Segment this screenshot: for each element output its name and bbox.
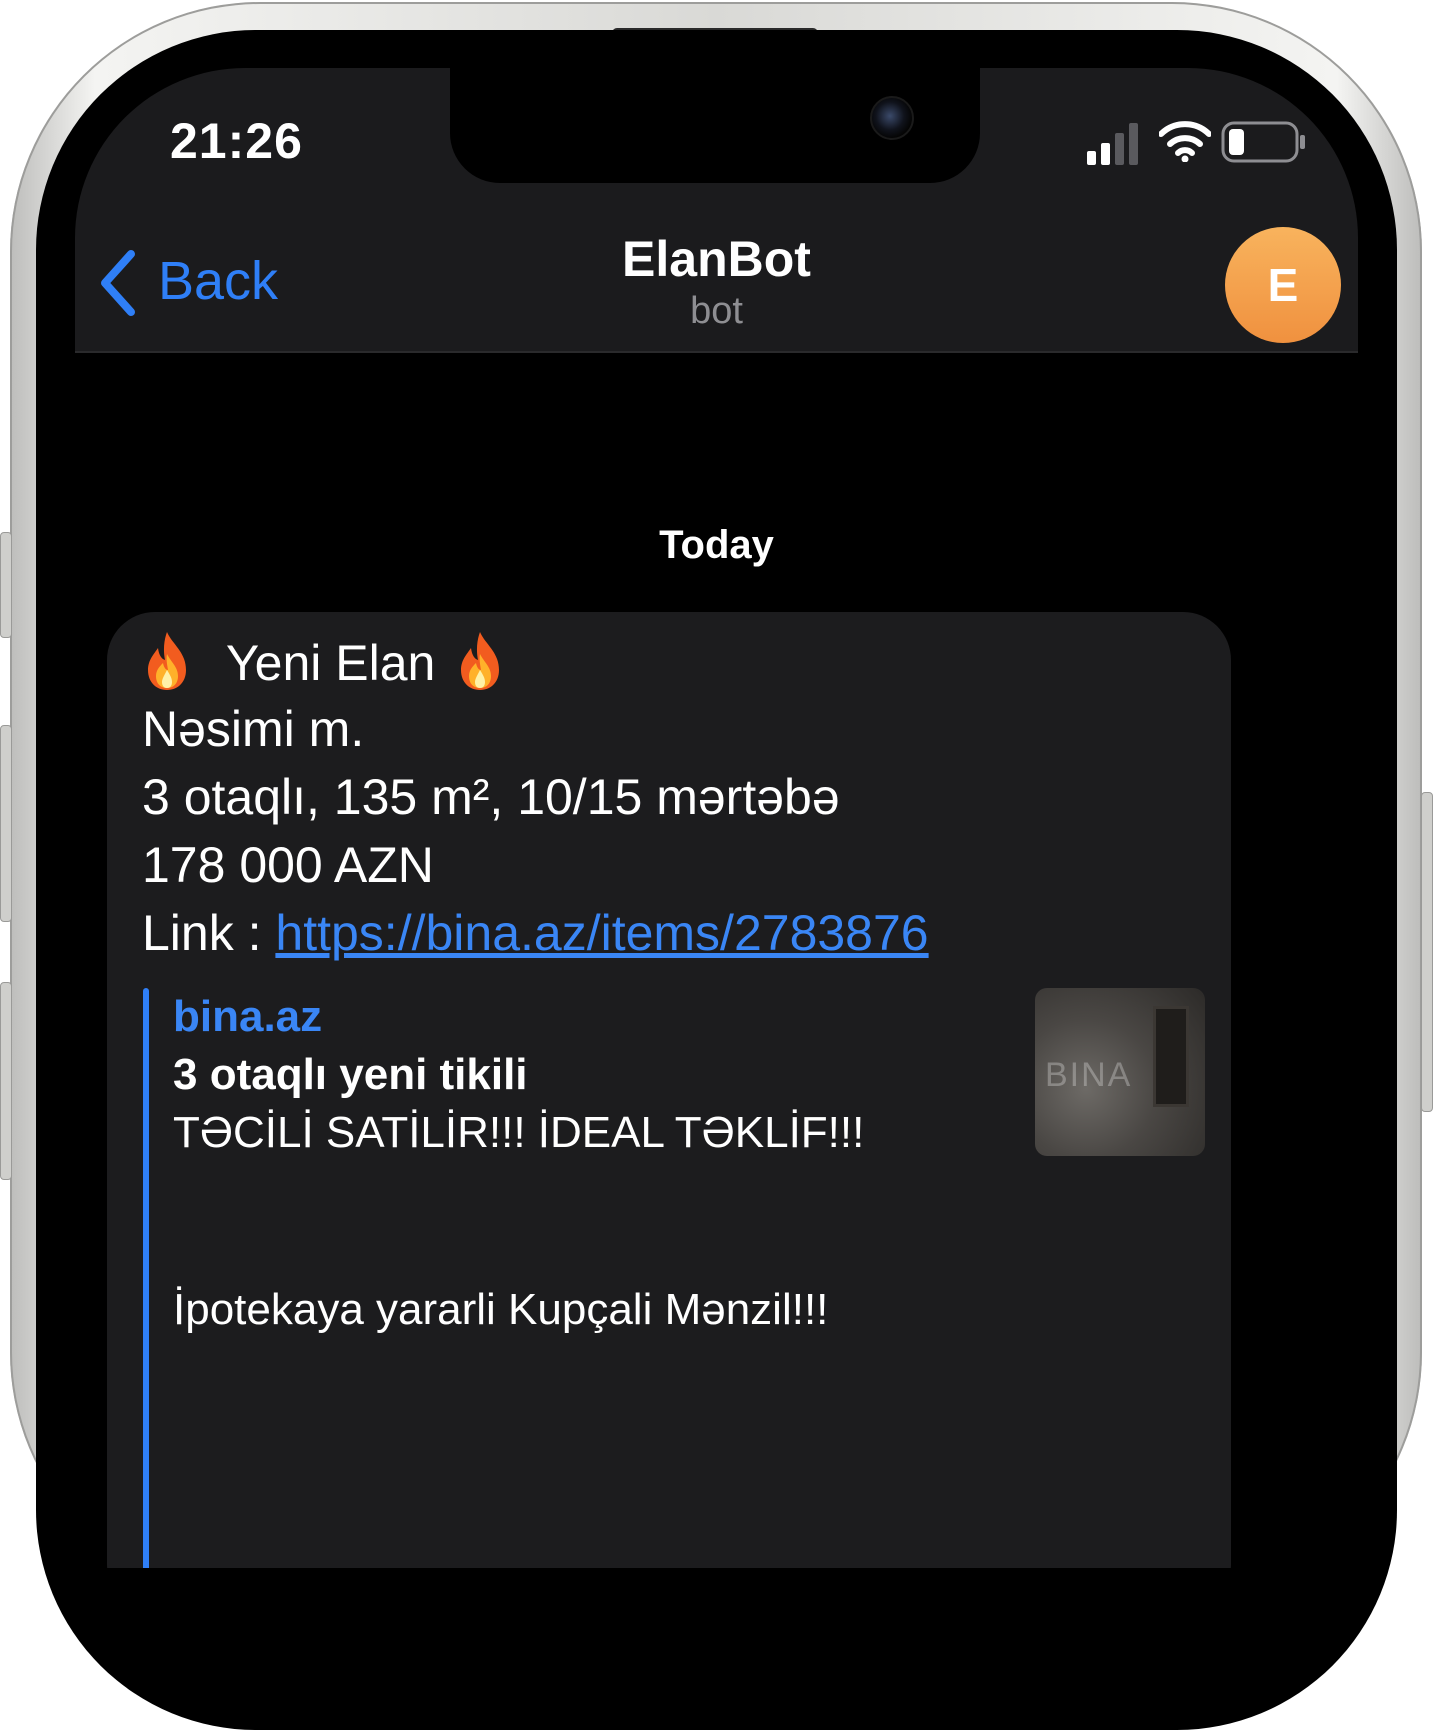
link-preview-accent-bar [143, 988, 149, 1568]
chat-title[interactable]: ElanBot [75, 230, 1358, 288]
fire-emoji-icon [461, 632, 500, 690]
message-bubble[interactable]: Yeni Elan Nəsimi m. 3 otaqlı, 135 m², 10… [107, 612, 1231, 1568]
avatar[interactable]: E [1225, 227, 1341, 343]
chat-subtitle: bot [690, 290, 743, 332]
notch [450, 68, 980, 183]
avatar-letter: E [1267, 259, 1299, 311]
thumbnail-watermark: BINA [1045, 1056, 1133, 1094]
cellular-signal-icon [1085, 120, 1145, 165]
link-preview-description-line2: İpotekaya yararli Kupçali Mənzil!!! [173, 1285, 829, 1334]
screen: 21:26 Back ElanBot bot E Today Yeni Elan… [75, 68, 1358, 1568]
link-preview-description-line1: TƏCİLİ SATİLİR!!! İDEAL TƏKLİF!!! [173, 1108, 865, 1157]
message-link-line: Link : https://bina.az/items/2783876 [142, 904, 929, 962]
link-preview-title[interactable]: 3 otaqlı yeni tikili [173, 1050, 528, 1100]
volume-up-button [0, 725, 12, 922]
status-time: 21:26 [170, 113, 303, 169]
listing-link[interactable]: https://bina.az/items/2783876 [275, 905, 928, 961]
message-location: Nəsimi m. [142, 701, 365, 757]
message-headline-line: Yeni Elan [142, 630, 505, 692]
wifi-icon [1158, 120, 1212, 166]
thumbnail-door-image [1153, 1006, 1189, 1107]
message-price: 178 000 AZN [142, 837, 434, 893]
fire-emoji-icon [148, 632, 186, 690]
link-prefix: Link : [142, 905, 276, 961]
volume-down-button [0, 982, 12, 1180]
link-preview-site[interactable]: bina.az [173, 992, 322, 1042]
battery-icon [1221, 120, 1307, 168]
date-separator: Today [659, 523, 774, 567]
front-camera [870, 96, 914, 140]
silent-switch [0, 532, 12, 638]
message-headline: Yeni Elan [225, 635, 436, 691]
message-details: 3 otaqlı, 135 m², 10/15 mərtəbə [142, 769, 840, 825]
link-preview-thumbnail[interactable]: BINA [1035, 988, 1205, 1156]
power-button [1421, 792, 1433, 1112]
